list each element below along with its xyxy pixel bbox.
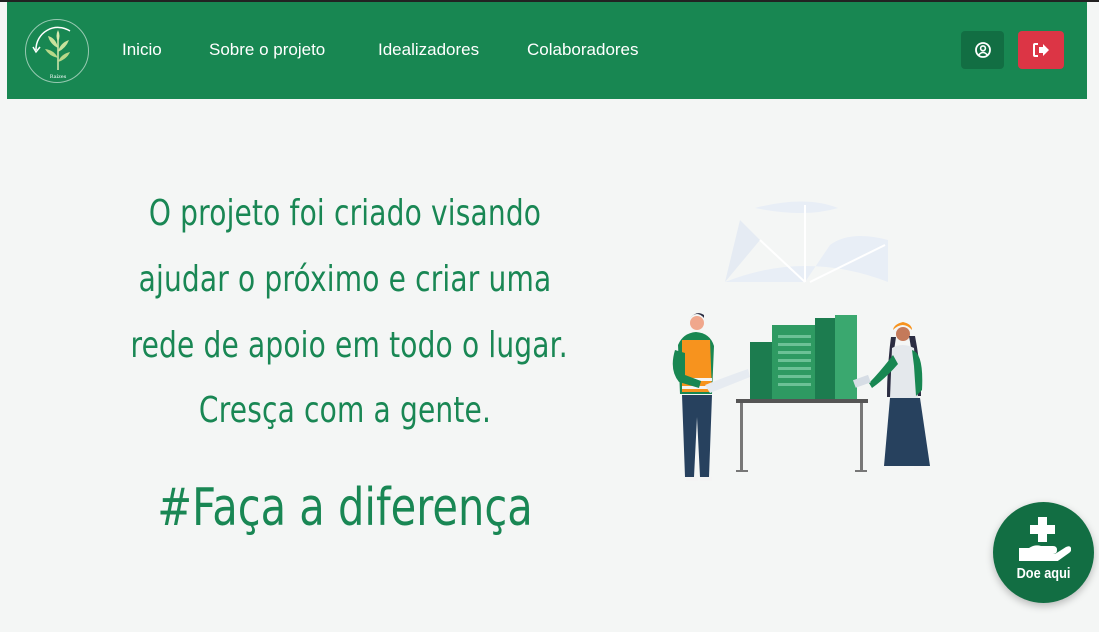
svg-text:Raízes: Raízes bbox=[50, 73, 67, 80]
donate-button[interactable]: Doe aqui bbox=[993, 502, 1094, 603]
nav-link-inicio[interactable]: Inicio bbox=[122, 40, 162, 60]
hero-hashtag: #Faça a diferença bbox=[157, 478, 533, 538]
nav-link-sobre-o-projeto[interactable]: Sobre o projeto bbox=[209, 40, 325, 60]
hand-holding-medical-icon bbox=[1019, 517, 1071, 561]
nav-link-colaboradores[interactable]: Colaboradores bbox=[527, 40, 639, 60]
user-circle-icon bbox=[974, 42, 991, 58]
hero-line-3: rede de apoio em todo o lugar. bbox=[130, 325, 568, 366]
donate-label: Doe aqui bbox=[1016, 565, 1071, 582]
architects-illustration bbox=[660, 190, 950, 495]
nav-link-idealizadores[interactable]: Idealizadores bbox=[378, 40, 479, 60]
profile-button[interactable] bbox=[961, 31, 1004, 69]
logout-button[interactable] bbox=[1018, 31, 1064, 69]
hero-line-2: ajudar o próximo e criar uma bbox=[138, 259, 552, 300]
hero-line-1: O projeto foi criado visando bbox=[148, 193, 542, 234]
navbar: Raízes Inicio Sobre o projeto Idealizado… bbox=[7, 2, 1087, 99]
sign-out-icon bbox=[1032, 43, 1049, 57]
hero-line-4: Cresça com a gente. bbox=[198, 390, 492, 431]
plant-logo-icon[interactable]: Raízes bbox=[25, 19, 89, 83]
